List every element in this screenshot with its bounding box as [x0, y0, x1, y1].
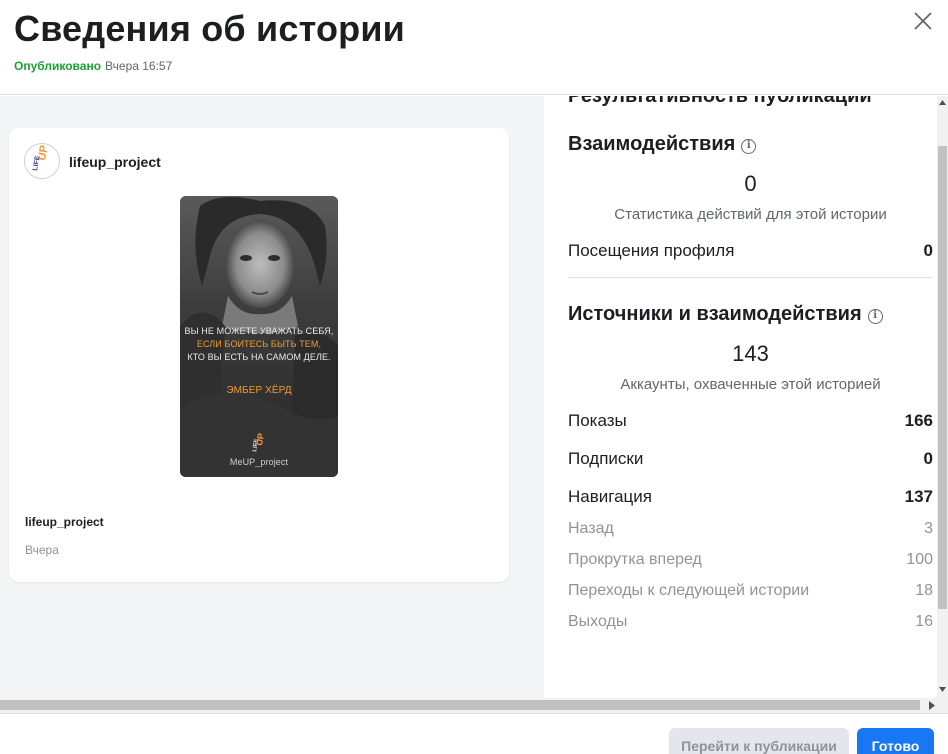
stat-row-forward: Прокрутка вперед 100 [568, 551, 933, 573]
post-card: UP LIFE lifeup_project ВЫ НЕ МОЖЕТЕ УВАЖ… [9, 128, 509, 582]
caption-date: Вчера [25, 543, 59, 557]
story-quote-line: ВЫ НЕ МОЖЕТЕ УВАЖАТЬ СЕБЯ, [184, 326, 334, 336]
stat-value: 3 [924, 520, 933, 537]
stat-label: Переходы к следующей истории [568, 582, 810, 599]
stat-value: 100 [906, 551, 933, 568]
publish-time: Вчера 16:57 [105, 59, 173, 73]
stat-value: 137 [904, 487, 933, 506]
stat-row-impressions: Показы 166 [568, 411, 933, 433]
story-details-modal: Сведения об истории Опубликовано Вчера 16… [0, 0, 948, 754]
discovery-title: Источники и взаимодействия i [568, 303, 883, 326]
modal-body: UP LIFE lifeup_project ВЫ НЕ МОЖЕТЕ УВАЖ… [0, 96, 948, 698]
publish-status: Опубликовано Вчера 16:57 [14, 59, 172, 73]
caption-account[interactable]: lifeup_project [25, 515, 104, 529]
story-thumbnail[interactable]: ВЫ НЕ МОЖЕТЕ УВАЖАТЬ СЕБЯ, ЕСЛИ БОИТЕСЬ … [180, 196, 338, 477]
stat-value: 0 [923, 449, 933, 468]
story-author: ЭМБЕР ХЁРД [226, 385, 292, 396]
stat-row-exits: Выходы 16 [568, 613, 933, 635]
status-badge: Опубликовано [14, 59, 102, 73]
info-icon[interactable]: i [741, 139, 757, 154]
story-quote-line: ЕСЛИ БОИТЕСЬ БЫТЬ ТЕМ, [196, 339, 322, 349]
svg-text:LIFE: LIFE [252, 439, 260, 453]
performance-title: Результативность публикации [568, 96, 872, 107]
stat-row-next-story: Переходы к следующей истории 18 [568, 582, 933, 604]
discovery-title-text: Источники и взаимодействия [568, 303, 862, 325]
reach-value: 143 [732, 341, 769, 366]
avatar-logo: UP LIFE [26, 144, 59, 178]
interactions-value: 0 [744, 171, 757, 196]
stat-value: 0 [923, 241, 933, 260]
reach-description: Аккаунты, охваченные этой историей [620, 376, 881, 393]
stat-label: Выходы [568, 613, 628, 630]
story-handle: MeUP_project [229, 457, 289, 467]
scroll-right-arrow-icon[interactable] [928, 701, 936, 710]
stat-row-back: Назад 3 [568, 520, 933, 542]
close-icon[interactable] [912, 10, 934, 32]
story-logo-icon: UP LIFE [252, 432, 266, 453]
story-quote: ВЫ НЕ МОЖЕТЕ УВАЖАТЬ СЕБЯ, ЕСЛИ БОИТЕСЬ … [180, 325, 338, 364]
interactions-title-text: Взаимодействия [568, 133, 736, 155]
vertical-scrollbar[interactable] [937, 96, 948, 698]
horizontal-scrollbar-thumb[interactable] [0, 700, 920, 710]
horizontal-scrollbar[interactable] [0, 698, 948, 713]
stat-value: 16 [915, 613, 933, 630]
modal-footer: Перейти к публикации Готово [0, 713, 948, 754]
stat-row-profile-visits: Посещения профиля 0 [568, 241, 933, 263]
story-quote-line: КТО ВЫ ЕСТЬ НА САМОМ ДЕЛЕ. [187, 352, 331, 362]
stat-value: 18 [915, 582, 933, 599]
insights-panel: Результативность публикации Взаимодейств… [544, 96, 937, 698]
modal-header: Сведения об истории Опубликовано Вчера 16… [0, 0, 948, 95]
vertical-scrollbar-thumb[interactable] [938, 146, 947, 609]
stat-label: Назад [568, 520, 614, 537]
post-preview-panel: UP LIFE lifeup_project ВЫ НЕ МОЖЕТЕ УВАЖ… [0, 96, 544, 698]
scroll-down-arrow-icon[interactable] [939, 686, 946, 693]
stat-label: Прокрутка вперед [568, 551, 702, 568]
go-to-post-button[interactable]: Перейти к публикации [669, 728, 849, 754]
stat-label: Подписки [568, 449, 644, 468]
page-title: Сведения об истории [14, 8, 406, 49]
interactions-description: Статистика действий для этой истории [614, 206, 887, 223]
stat-label: Показы [568, 411, 627, 430]
interactions-title: Взаимодействия i [568, 133, 757, 156]
account-name[interactable]: lifeup_project [69, 154, 161, 170]
scroll-up-arrow-icon[interactable] [939, 99, 946, 106]
done-button[interactable]: Готово [857, 728, 934, 754]
stat-value: 166 [904, 411, 933, 430]
stat-row-follows: Подписки 0 [568, 449, 933, 471]
section-divider [568, 277, 933, 278]
stat-row-navigation: Навигация 137 [568, 487, 933, 509]
avatar[interactable]: UP LIFE [24, 143, 60, 179]
info-icon[interactable]: i [867, 309, 883, 324]
stat-label: Навигация [568, 487, 652, 506]
stat-label: Посещения профиля [568, 241, 735, 260]
